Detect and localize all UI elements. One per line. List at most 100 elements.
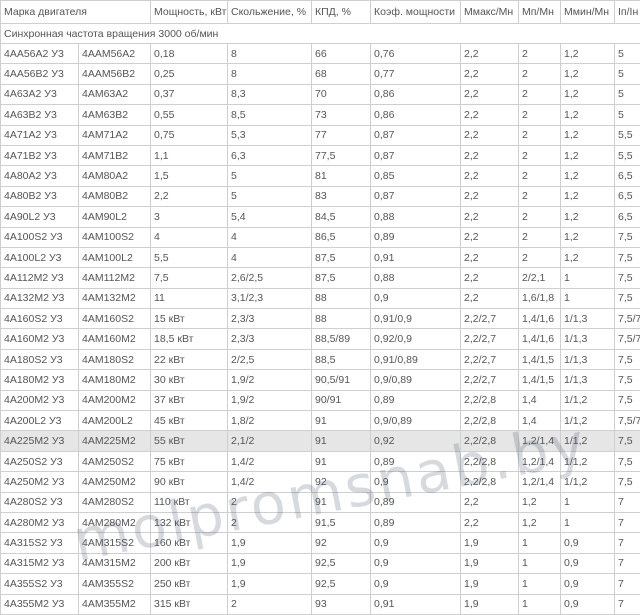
table-cell: 5	[614, 63, 640, 85]
table-row: 4А71В2 У3 4АМ71В2 1,1 6,3 77,5 0,87 2,2 2 1,2 5,5	[0, 144, 640, 167]
table-cell: 5,5	[614, 144, 640, 167]
table-cell: 4АМ250S2	[78, 450, 151, 473]
table-cell: 1,2	[560, 42, 615, 65]
table-cell: 1,2/1,4	[518, 430, 561, 452]
table-cell: 1,4/1,5	[518, 369, 561, 391]
table-cell: 1,2	[560, 246, 615, 269]
table-cell: 0,86	[370, 104, 461, 126]
table-row: 4АА56А2 У3 4ААМ56А2 0,18 8 66 0,76 2,2 2 1,2 5	[0, 42, 640, 65]
table-cell: 4А250М2 У3	[0, 471, 79, 493]
col-header-power: Мощность, кВт	[150, 0, 228, 24]
table-cell: 81	[311, 165, 371, 187]
table-cell: 7	[614, 532, 640, 554]
table-cell: 1/1,2	[560, 410, 615, 432]
table-row: 4А200М2 У3 4АМ200М2 37 кВт 1,9/2 90/91 0,89 2,…	[0, 389, 640, 412]
table-cell: 7,5	[614, 246, 640, 269]
table-cell: 4АМ355S2	[78, 573, 151, 595]
table-row: 4А355S2 У3 4АМ355S2 250 кВт 1,9 92,5 0,9 1,9 1 0…	[0, 573, 640, 595]
table-cell: 4А80В2 У3	[0, 185, 79, 208]
table-cell: 91,5	[311, 511, 371, 534]
table-cell: 2,2/2,7	[460, 328, 519, 350]
table-cell: 1,9	[460, 552, 519, 575]
table-cell: 2	[518, 206, 561, 228]
table-row: 4А71А2 У3 4АМ71А2 0,75 5,3 77 0,87 2,2 2 1,2 5,5	[0, 124, 640, 146]
table-cell: 7,5	[614, 267, 640, 289]
table-cell: 0,9	[560, 532, 615, 554]
table-cell: 1,6/1,8	[518, 287, 561, 310]
table-cell: 160 кВт	[150, 532, 228, 554]
table-row: 4А80А2 У3 4АМ80А2 1,5 5 81 0,85 2,2 2 1,2 6,5	[0, 165, 640, 187]
table-cell: 2,2	[460, 83, 519, 106]
table-cell: 70	[311, 83, 371, 106]
table-cell: 5	[614, 83, 640, 106]
table-cell: 6,3	[227, 144, 312, 167]
table-cell: 0,91/0,9	[370, 308, 461, 330]
table-cell: 1,2	[560, 63, 615, 85]
table-cell: 4А315S2 У3	[0, 532, 79, 554]
table-cell: 7,5	[614, 389, 640, 412]
table-cell: 4А280М2 У3	[0, 511, 79, 534]
table-cell: 7	[614, 491, 640, 513]
table-cell: 0,25	[150, 63, 228, 85]
table-cell: 4АМ90L2	[78, 206, 151, 228]
table-cell: 7,5	[614, 226, 640, 248]
table-cell: 7,5	[150, 267, 228, 289]
table-cell: 1,9/2	[227, 369, 312, 391]
table-cell: 2,2/2,8	[460, 450, 519, 473]
table-cell: 2,2	[460, 104, 519, 126]
table-cell: 4	[227, 226, 312, 248]
table-cell: 92	[311, 471, 371, 493]
table-cell: 4А63В2 У3	[0, 104, 79, 126]
table-cell: 5,3	[227, 124, 312, 146]
table-cell: 90,5/91	[311, 369, 371, 391]
table-cell: 7	[614, 593, 640, 615]
table-cell: 2,2/2,8	[460, 430, 519, 452]
table-cell: 88,5	[311, 348, 371, 371]
table-cell: 2,2	[460, 226, 519, 248]
table-cell: 4А71А2 У3	[0, 124, 79, 146]
table-cell: 0,89	[370, 226, 461, 248]
table-cell: 2,2	[460, 511, 519, 534]
table-cell: 2,2/2,8	[460, 410, 519, 432]
table-row: 4А63В2 У3 4АМ63В2 0,55 8,5 73 0,86 2,2 2 1,2 5	[0, 104, 640, 126]
table-cell: 5	[227, 165, 312, 187]
table-row: 4АА56В2 У3 4ААМ56В2 0,25 8 68 0,77 2,2 2 1,2 5	[0, 63, 640, 85]
table-cell: 0,91	[370, 593, 461, 615]
table-cell: 315 кВт	[150, 593, 228, 615]
table-cell: 4А355М2 У3	[0, 593, 79, 615]
table-cell: 4А100L2 У3	[0, 246, 79, 269]
table-cell: 4А200М2 У3	[0, 389, 79, 412]
table-cell: 7,5/7	[614, 328, 640, 350]
table-cell: 2,2	[460, 63, 519, 85]
table-cell: 5	[614, 104, 640, 126]
table-cell: 7	[614, 511, 640, 534]
table-row: 4А100L2 У3 4АМ100L2 5,5 4 87,5 0,91 2,2 2 1,2 7,5	[0, 246, 640, 269]
table-row: 4А180М2 У3 4АМ180М2 30 кВт 1,9/2 90,5/91 0,9/…	[0, 369, 640, 391]
table-cell: 0,91/0,89	[370, 348, 461, 371]
table-cell: 2,2	[460, 165, 519, 187]
col-header-brand: Марка двигателя	[0, 0, 151, 24]
table-cell: 2	[518, 144, 561, 167]
table-row: 4А200L2 У3 4АМ200L2 45 кВт 1,8/2 91 0,9/0,89 2…	[0, 410, 640, 432]
table-cell: 8,3	[227, 83, 312, 106]
table-cell: 91	[311, 410, 371, 432]
table-cell: 6,5	[614, 165, 640, 187]
table-cell: 0,9/0,89	[370, 369, 461, 391]
table-cell: 84,5	[311, 206, 371, 228]
table-cell: 2,2	[460, 267, 519, 289]
table-cell: 1,2/1,4	[518, 471, 561, 493]
table-cell: 8	[227, 42, 312, 65]
table-cell: 3	[150, 206, 228, 228]
table-cell: 4	[150, 226, 228, 248]
table-cell: 4АМ355М2	[78, 593, 151, 615]
table-row: 4А315S2 У3 4АМ315S2 160 кВт 1,9 92 0,9 1,9 1 0,9…	[0, 532, 640, 554]
col-header-max-torque: Ммакс/Мн	[460, 0, 519, 24]
table-cell: 4АМ63В2	[78, 104, 151, 126]
table-cell: 2,2	[150, 185, 228, 208]
table-cell: 0,9	[370, 532, 461, 554]
table-cell: 88	[311, 287, 371, 310]
table-cell: 1,4/2	[227, 471, 312, 493]
table-cell: 1,2	[560, 226, 615, 248]
table-cell: 8	[227, 63, 312, 85]
table-cell: 2,2	[460, 206, 519, 228]
